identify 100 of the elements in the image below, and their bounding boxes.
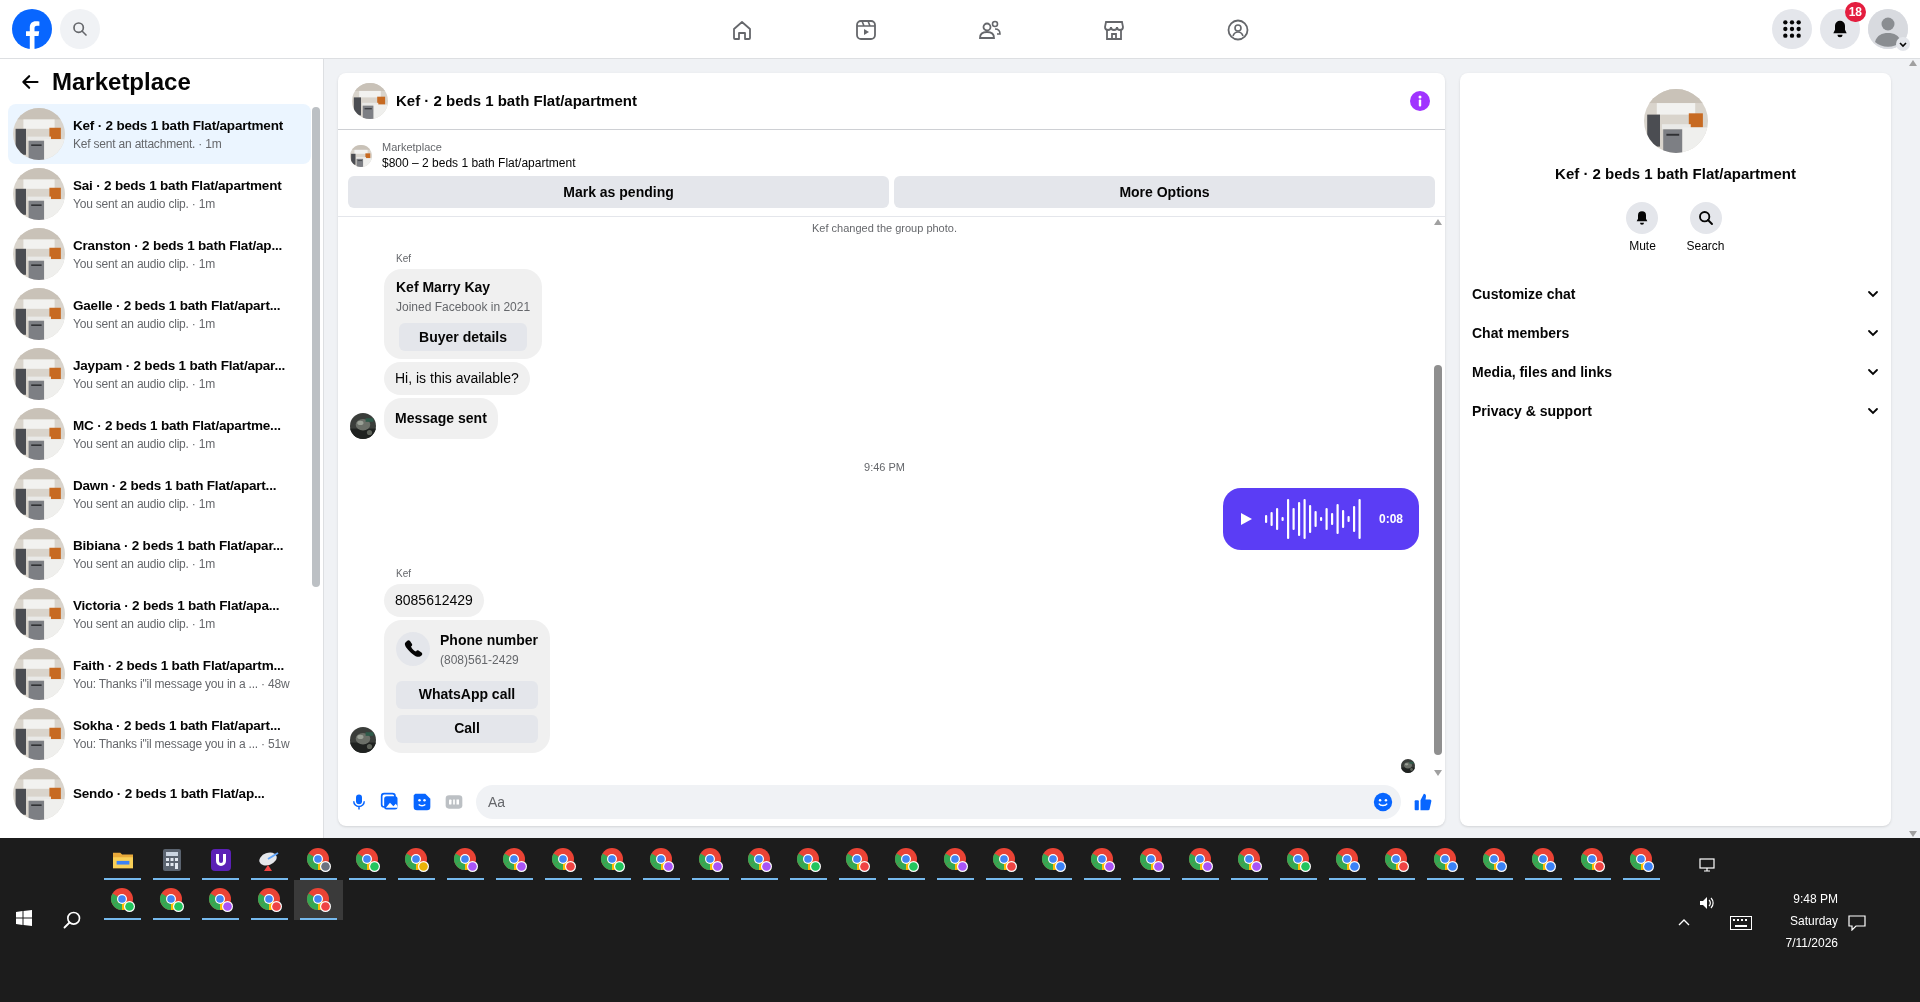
conversation-preview: You sent an audio clip. · 1m: [73, 555, 217, 573]
conversation-name: Jaypam · 2 beds 1 bath Flat/apar...: [73, 356, 286, 375]
caret-up-icon[interactable]: [1678, 918, 1690, 926]
keyboard-icon[interactable]: [1730, 916, 1752, 930]
conversation-preview: You sent an audio clip. · 1m: [73, 375, 217, 393]
timestamp: 9:46 PM: [864, 460, 905, 475]
conversation-item[interactable]: Faith · 2 beds 1 bath Flat/apartm... You: Thanks i"il message you in a ... · 48w: [8, 644, 312, 704]
phone-icon: [396, 632, 430, 666]
avatar-icon: [1868, 9, 1908, 49]
contact-number: (808)561-2429: [440, 651, 520, 669]
buyer-details-button[interactable]: Buyer details: [399, 323, 528, 351]
notification-count: 18: [1844, 2, 1866, 22]
sender-label: Kef: [396, 566, 412, 581]
conversation-preview: You sent an audio clip. · 1m: [73, 615, 217, 633]
menu-button[interactable]: [1772, 9, 1812, 49]
profile-name: Kef Marry Kay: [396, 278, 492, 297]
chevron-down-icon: [1867, 288, 1879, 300]
windows-logo-icon[interactable]: [16, 910, 32, 926]
image-icon[interactable]: [380, 792, 400, 812]
calculator-icon: [162, 849, 181, 871]
action-button[interactable]: More Options: [894, 176, 1435, 208]
microphone-icon[interactable]: [350, 793, 368, 811]
conversation-preview: You sent an audio clip. · 1m: [73, 435, 217, 453]
conversation-name: Kef · 2 beds 1 bath Flat/apartment: [73, 116, 283, 135]
scrollbar[interactable]: [1431, 217, 1445, 778]
profile-detail: Joined Facebook in 2021: [396, 299, 531, 316]
conversation-item[interactable]: Cranston · 2 beds 1 bath Flat/ap... You sent an audio clip. · 1m: [8, 224, 312, 284]
section-toggle[interactable]: Chat members: [1472, 313, 1879, 353]
search-icon: [72, 21, 88, 37]
call-button[interactable]: Call: [396, 714, 538, 743]
audio-message[interactable]: 0:08: [1223, 487, 1419, 550]
conversation-preview: You sent an audio clip. · 1m: [73, 495, 217, 513]
monitor-icon[interactable]: [1699, 858, 1715, 872]
info-icon: [1410, 91, 1430, 111]
message-bubble: Hi, is this available?: [384, 362, 530, 395]
action-button[interactable]: Mark as pending: [348, 176, 889, 208]
search-icon: [1697, 209, 1714, 226]
video-icon: [854, 17, 878, 42]
section-toggle[interactable]: Privacy & support: [1472, 391, 1879, 431]
message-bubble: 8085612429: [384, 583, 484, 617]
group-icon: [1226, 17, 1250, 42]
taskbar-app-button[interactable]: [294, 880, 343, 920]
conversation-preview: You sent an audio clip. · 1m: [73, 195, 217, 213]
conversation-preview: Kef sent an attachment. · 1m: [73, 135, 223, 153]
conversation-preview: You: Thanks i"il message you in a ... · 48w: [73, 675, 290, 693]
chevron-down-icon: [1867, 405, 1879, 417]
system-message: Kef changed the group photo.: [812, 221, 957, 235]
conversation-name: MC · 2 beds 1 bath Flat/apartme...: [73, 416, 281, 435]
chevron-icon: [1896, 37, 1910, 51]
sender-label: Kef: [396, 252, 412, 266]
conversation-item[interactable]: Bibiana · 2 beds 1 bath Flat/apar... You sent an audio clip. · 1m: [8, 524, 312, 584]
conversation-name: Bibiana · 2 beds 1 bath Flat/apar...: [73, 536, 284, 555]
conversation-item[interactable]: Victoria · 2 beds 1 bath Flat/apa... You sent an audio clip. · 1m: [8, 584, 312, 644]
conversation-preview: You sent an audio clip. · 1m: [73, 315, 217, 333]
conversation-preview: You: Thanks i"il message you in a ... · 51w: [73, 735, 290, 753]
speaker-icon[interactable]: [1699, 896, 1715, 910]
message-input[interactable]: Aa: [476, 785, 1401, 819]
magnet-icon: [210, 849, 231, 871]
contact-title: Phone number: [440, 630, 538, 650]
grid-icon: [1782, 19, 1802, 39]
clock[interactable]: 9:48 PM Saturday 7/11/2026: [1762, 888, 1838, 954]
listing-label: Marketplace: [382, 140, 443, 155]
search-button[interactable]: [60, 9, 100, 49]
conversation-name: Faith · 2 beds 1 bath Flat/apartm...: [73, 656, 286, 675]
audio-duration: 0:08: [1378, 510, 1403, 528]
profile-button[interactable]: [1868, 9, 1908, 49]
notifications-button[interactable]: [1820, 9, 1860, 49]
call-button[interactable]: WhatsApp call: [396, 680, 538, 709]
conversation-name: Victoria · 2 beds 1 bath Flat/apa...: [73, 596, 280, 615]
notification-center-icon[interactable]: [1848, 915, 1866, 931]
info-button[interactable]: [1409, 90, 1431, 112]
chevron-down-icon: [1867, 366, 1879, 378]
conversation-item[interactable]: Sendo · 2 beds 1 bath Flat/ap...: [8, 764, 312, 824]
conversation-name: Sendo · 2 beds 1 bath Flat/ap...: [73, 785, 265, 803]
conversation-item[interactable]: MC · 2 beds 1 bath Flat/apartme... You sent an audio clip. · 1m: [8, 404, 312, 464]
scroll-down-icon[interactable]: [1434, 770, 1442, 776]
conversation-name: Dawn · 2 beds 1 bath Flat/apart...: [73, 476, 277, 495]
emoji-icon[interactable]: [1373, 792, 1393, 812]
conversation-item[interactable]: Dawn · 2 beds 1 bath Flat/apart... You sent an audio clip. · 1m: [8, 464, 312, 524]
listing-title: $800 – 2 beds 1 bath Flat/apartment: [382, 155, 576, 171]
scroll-up-icon[interactable]: [1434, 219, 1442, 225]
chat-name: Kef · 2 beds 1 bath Flat/apartment: [1555, 164, 1796, 184]
folder-icon: [111, 850, 134, 870]
conversation-item[interactable]: Sokha · 2 beds 1 bath Flat/apart... You: Thanks i"il message you in a ... · 51w: [8, 704, 312, 764]
section-toggle[interactable]: Customize chat: [1472, 274, 1879, 314]
conversation-item[interactable]: Jaypam · 2 beds 1 bath Flat/apar... You sent an audio clip. · 1m: [8, 344, 312, 404]
message-bubble: Message sent: [384, 398, 498, 439]
conversation-name: Gaelle · 2 beds 1 bath Flat/apart...: [73, 296, 281, 315]
search-icon[interactable]: [62, 910, 82, 930]
like-icon[interactable]: [1413, 792, 1433, 812]
conversation-item[interactable]: Sai · 2 beds 1 bath Flat/apartment You sent an audio clip. · 1m: [8, 164, 312, 224]
conversation-item[interactable]: Gaelle · 2 beds 1 bath Flat/apart... You sent an audio clip. · 1m: [8, 284, 312, 344]
logo-icon[interactable]: [12, 9, 52, 49]
sticker-icon[interactable]: [412, 792, 432, 812]
chat-title: Kef · 2 beds 1 bath Flat/apartment: [396, 90, 637, 111]
page-title: Marketplace: [52, 66, 191, 97]
conversation-name: Cranston · 2 beds 1 bath Flat/ap...: [73, 236, 283, 255]
conversation-item[interactable]: Kef · 2 beds 1 bath Flat/apartment Kef sent an attachment. · 1m: [8, 104, 312, 164]
conversation-name: Sokha · 2 beds 1 bath Flat/apart...: [73, 716, 282, 735]
section-toggle[interactable]: Media, files and links: [1472, 352, 1879, 392]
